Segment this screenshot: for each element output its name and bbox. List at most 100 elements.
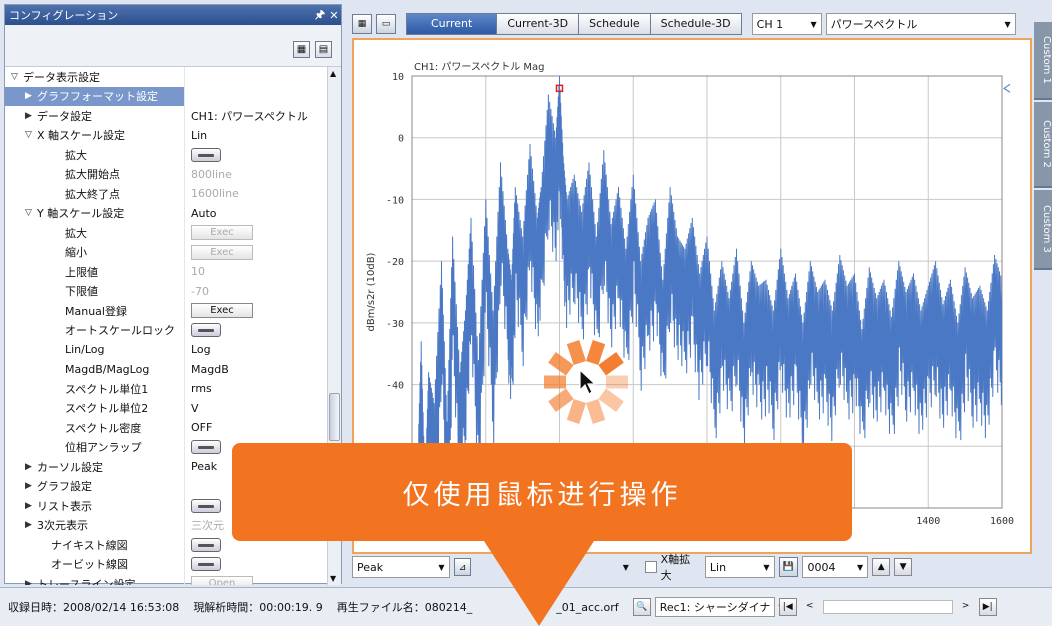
property-value[interactable]: Lin xyxy=(185,126,329,146)
side-tab-custom-1[interactable]: Custom 1 xyxy=(1034,22,1052,100)
chevron-down-icon[interactable]: ▼ xyxy=(619,556,641,578)
property-row[interactable]: ▽ データ表示設定 xyxy=(5,67,329,87)
marker-icon[interactable]: ⊿ xyxy=(453,558,472,576)
search-icon[interactable]: 🔍 xyxy=(632,598,651,616)
property-row[interactable]: 拡大終了点 1600line xyxy=(5,184,329,204)
collapse-icon[interactable]: ▽ xyxy=(25,130,37,140)
property-row[interactable]: オービット線図 xyxy=(5,554,329,575)
chevron-right-icon[interactable]: > xyxy=(957,598,975,616)
single-layout-icon[interactable]: ▭ xyxy=(376,14,396,34)
exec-button[interactable]: Exec xyxy=(191,303,253,319)
tab-schedule[interactable]: Schedule xyxy=(579,13,651,35)
scale-select[interactable]: Lin ▼ xyxy=(704,556,775,578)
toggle-switch[interactable] xyxy=(191,537,221,552)
property-row[interactable]: 下限値 -70 xyxy=(5,281,329,302)
exec-button[interactable]: Exec xyxy=(191,225,253,241)
channel-select[interactable]: CH 1 ▼ xyxy=(751,13,822,35)
exec-button[interactable]: Open xyxy=(191,576,253,585)
index-select[interactable]: 0004 ▼ xyxy=(802,556,869,578)
property-row[interactable]: スペクトル単位1 rms xyxy=(5,379,329,399)
playback-scrollbar[interactable] xyxy=(822,600,953,614)
expand-icon[interactable]: ▶ xyxy=(25,579,37,585)
expand-icon[interactable]: ▶ xyxy=(25,501,37,511)
property-value-text: rms xyxy=(191,382,212,396)
property-value[interactable]: MagdB xyxy=(185,360,329,380)
property-row[interactable]: スペクトル単位2 V xyxy=(5,398,329,419)
expand-icon[interactable]: ▶ xyxy=(25,111,37,121)
expand-icon[interactable]: ▶ xyxy=(25,91,37,101)
property-value[interactable]: 800line xyxy=(185,165,329,185)
toggle-switch[interactable] xyxy=(191,498,221,513)
property-value[interactable] xyxy=(185,321,329,341)
property-row[interactable]: ▶ データ設定 CH1: パワースペクトル xyxy=(5,106,329,126)
cursor-mode-select[interactable]: Peak ▼ xyxy=(352,556,450,578)
category-view-button[interactable]: ▦ xyxy=(293,41,310,58)
toggle-switch[interactable] xyxy=(191,323,221,338)
collapse-icon[interactable]: ▽ xyxy=(11,72,23,82)
property-value[interactable]: 1600line xyxy=(185,184,329,204)
pin-icon[interactable]: 🖈 xyxy=(313,6,327,25)
close-icon[interactable]: ✕ xyxy=(327,9,341,22)
property-value[interactable]: CH1: パワースペクトル xyxy=(185,106,329,126)
rec-select[interactable]: Rec1: シャーシダイナ▼ xyxy=(654,597,785,617)
save-icon[interactable]: 💾 xyxy=(778,557,799,577)
property-row[interactable]: 拡大開始点 800line xyxy=(5,164,329,185)
x-zoom-checkbox[interactable] xyxy=(644,561,657,573)
scrollbar-thumb[interactable] xyxy=(329,393,340,441)
property-value[interactable]: rms xyxy=(185,379,329,399)
scroll-down-icon[interactable]: ▼ xyxy=(330,574,336,583)
property-value[interactable]: V xyxy=(185,399,329,419)
property-row[interactable]: Lin/Log Log xyxy=(5,340,329,360)
tab-schedule-3d[interactable]: Schedule-3D xyxy=(650,13,742,35)
property-row[interactable]: 拡大 Exec xyxy=(5,223,329,243)
expand-icon[interactable]: ▶ xyxy=(25,520,37,530)
grid-layout-icon[interactable]: ▦ xyxy=(352,14,372,34)
arrow-up-icon[interactable]: ▲ xyxy=(872,558,891,576)
chevron-left-icon[interactable]: < xyxy=(801,598,819,616)
property-value[interactable] xyxy=(185,67,329,87)
property-row[interactable]: Manual登録 Exec xyxy=(5,301,329,321)
y-tick-label: 10 xyxy=(392,72,404,83)
property-value[interactable]: Log xyxy=(185,340,329,360)
property-value[interactable]: Exec xyxy=(185,301,329,321)
collapse-icon[interactable]: ▽ xyxy=(25,208,37,218)
property-row[interactable]: 拡大 xyxy=(5,145,329,165)
property-value[interactable]: Auto xyxy=(185,204,329,224)
property-row[interactable]: ▽ Y 軸スケール設定 Auto xyxy=(5,203,329,224)
property-value[interactable]: -70 xyxy=(185,282,329,302)
property-row[interactable]: オートスケールロック xyxy=(5,320,329,341)
toggle-switch[interactable] xyxy=(191,557,221,572)
scroll-up-icon[interactable]: ▲ xyxy=(330,69,336,78)
property-value[interactable] xyxy=(185,145,329,165)
property-row[interactable]: 縮小 Exec xyxy=(5,242,329,263)
side-tab-custom-3[interactable]: Custom 3 xyxy=(1034,190,1052,270)
property-row[interactable]: ▶ トレースライン設定 Open xyxy=(5,574,329,585)
toggle-switch[interactable] xyxy=(191,147,221,162)
arrow-down-icon[interactable]: ▼ xyxy=(894,558,913,576)
list-view-button[interactable]: ▤ xyxy=(315,41,332,58)
rec-select-value: Rec1: シャーシダイナ xyxy=(659,601,771,614)
property-row[interactable]: 上限値 10 xyxy=(5,262,329,282)
tab-current-3d[interactable]: Current-3D xyxy=(497,13,580,35)
property-value[interactable]: 10 xyxy=(185,262,329,282)
expand-icon[interactable]: ▶ xyxy=(25,462,37,472)
property-row[interactable]: ▽ X 軸スケール設定 Lin xyxy=(5,125,329,146)
exec-button[interactable]: Exec xyxy=(191,244,253,260)
property-row[interactable]: スペクトル密度 OFF xyxy=(5,418,329,438)
property-value[interactable] xyxy=(185,87,329,107)
skip-start-icon[interactable]: |◀ xyxy=(778,598,797,616)
tab-current[interactable]: Current xyxy=(406,13,498,35)
toggle-switch[interactable] xyxy=(191,440,221,455)
property-value[interactable]: Exec xyxy=(185,223,329,243)
side-tab-custom-2[interactable]: Custom 2 xyxy=(1034,102,1052,188)
expand-icon[interactable]: ▶ xyxy=(25,481,37,491)
property-value[interactable]: OFF xyxy=(185,418,329,438)
property-row[interactable]: MagdB/MagLog MagdB xyxy=(5,359,329,380)
mode-select[interactable]: パワースペクトル ▼ xyxy=(825,13,1016,35)
skip-end-icon[interactable]: ▶| xyxy=(978,598,997,616)
property-value[interactable]: Exec xyxy=(185,243,329,263)
property-value[interactable] xyxy=(185,555,329,575)
view-tabs: Current Current-3D Schedule Schedule-3D xyxy=(406,13,742,35)
property-row[interactable]: ▶ グラフフォーマット設定 xyxy=(5,86,329,107)
property-value[interactable]: Open xyxy=(185,574,329,585)
